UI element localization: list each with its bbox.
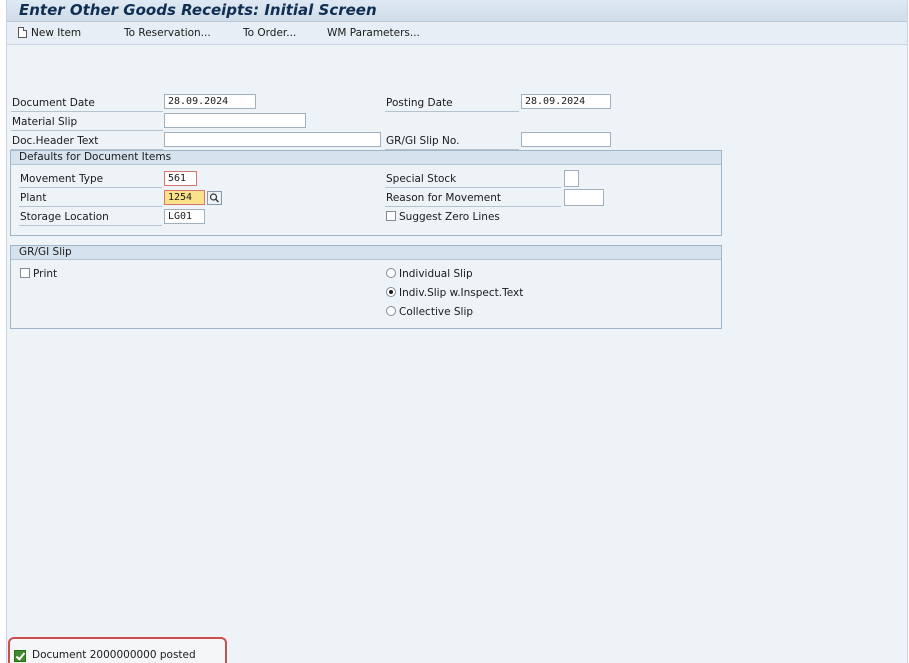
to-order-button[interactable]: To Order... [243,26,296,40]
new-item-button[interactable]: New Item [18,26,81,40]
suggest-zero-lines-option[interactable]: Suggest Zero Lines [386,211,500,223]
individual-slip-label: Individual Slip [399,268,473,280]
gr-gi-slip-no-label: GR/GI Slip No. [386,135,460,147]
to-reservation-button[interactable]: To Reservation... [124,26,211,40]
status-message[interactable]: Document 2000000000 posted [32,649,196,661]
doc-header-text-label: Doc.Header Text [12,135,99,147]
doc-header-text-field[interactable] [164,132,381,147]
suggest-zero-lines-checkbox[interactable] [386,211,396,221]
screen-title: Enter Other Goods Receipts: Initial Scre… [19,1,377,19]
reason-for-movement-label: Reason for Movement [386,192,501,204]
gr-gi-slip-no-field[interactable] [521,132,611,147]
indiv-slip-inspect-text-option[interactable]: Indiv.Slip w.Inspect.Text [386,287,523,299]
status-bar: Document 2000000000 posted [8,637,227,663]
individual-slip-radio[interactable] [386,268,396,278]
plant-value-help-button[interactable] [207,191,222,205]
print-label: Print [33,268,58,280]
defaults-group: Defaults for Document Items Movement Typ… [10,150,722,236]
label-underline [19,206,162,207]
label-underline [385,187,561,188]
suggest-zero-lines-label: Suggest Zero Lines [399,211,500,223]
sap-window: Enter Other Goods Receipts: Initial Scre… [6,0,908,663]
indiv-slip-inspect-text-label: Indiv.Slip w.Inspect.Text [399,287,524,299]
search-icon [209,193,219,203]
wm-parameters-button[interactable]: WM Parameters... [327,26,420,40]
special-stock-label: Special Stock [386,173,457,185]
collective-slip-label: Collective Slip [399,306,474,318]
movement-type-field[interactable]: 561 [164,171,197,186]
reason-for-movement-field[interactable] [564,189,604,206]
defaults-group-title: Defaults for Document Items [11,151,721,165]
label-underline [385,206,561,207]
print-checkbox[interactable] [20,268,30,278]
new-document-icon [18,27,27,38]
storage-location-label: Storage Location [20,211,109,223]
title-bar: Enter Other Goods Receipts: Initial Scre… [7,0,907,22]
material-slip-field[interactable] [164,113,306,128]
label-underline [11,130,163,131]
plant-label: Plant [20,192,47,204]
success-check-icon [14,650,26,662]
label-underline [19,187,162,188]
plant-field[interactable]: 1254 [164,190,205,205]
application-toolbar: New Item To Reservation... To Order... W… [7,22,907,45]
material-slip-label: Material Slip [12,116,78,128]
movement-type-label: Movement Type [20,173,104,185]
document-date-label: Document Date [12,97,95,109]
posting-date-field[interactable]: 28.09.2024 [521,94,611,109]
posting-date-label: Posting Date [386,97,453,109]
storage-location-field[interactable]: LG01 [164,209,205,224]
document-date-field[interactable]: 28.09.2024 [164,94,256,109]
label-underline [385,111,519,112]
new-item-label: New Item [31,27,82,39]
print-option[interactable]: Print [20,268,57,280]
indiv-slip-inspect-text-radio[interactable] [386,287,396,297]
gr-gi-slip-group-title: GR/GI Slip [11,246,721,260]
collective-slip-option[interactable]: Collective Slip [386,306,473,318]
gr-gi-slip-group: GR/GI Slip Print Individual Slip Indiv.S… [10,245,722,329]
individual-slip-option[interactable]: Individual Slip [386,268,473,280]
label-underline [11,111,163,112]
special-stock-field[interactable] [564,170,579,187]
collective-slip-radio[interactable] [386,306,396,316]
label-underline [19,225,162,226]
